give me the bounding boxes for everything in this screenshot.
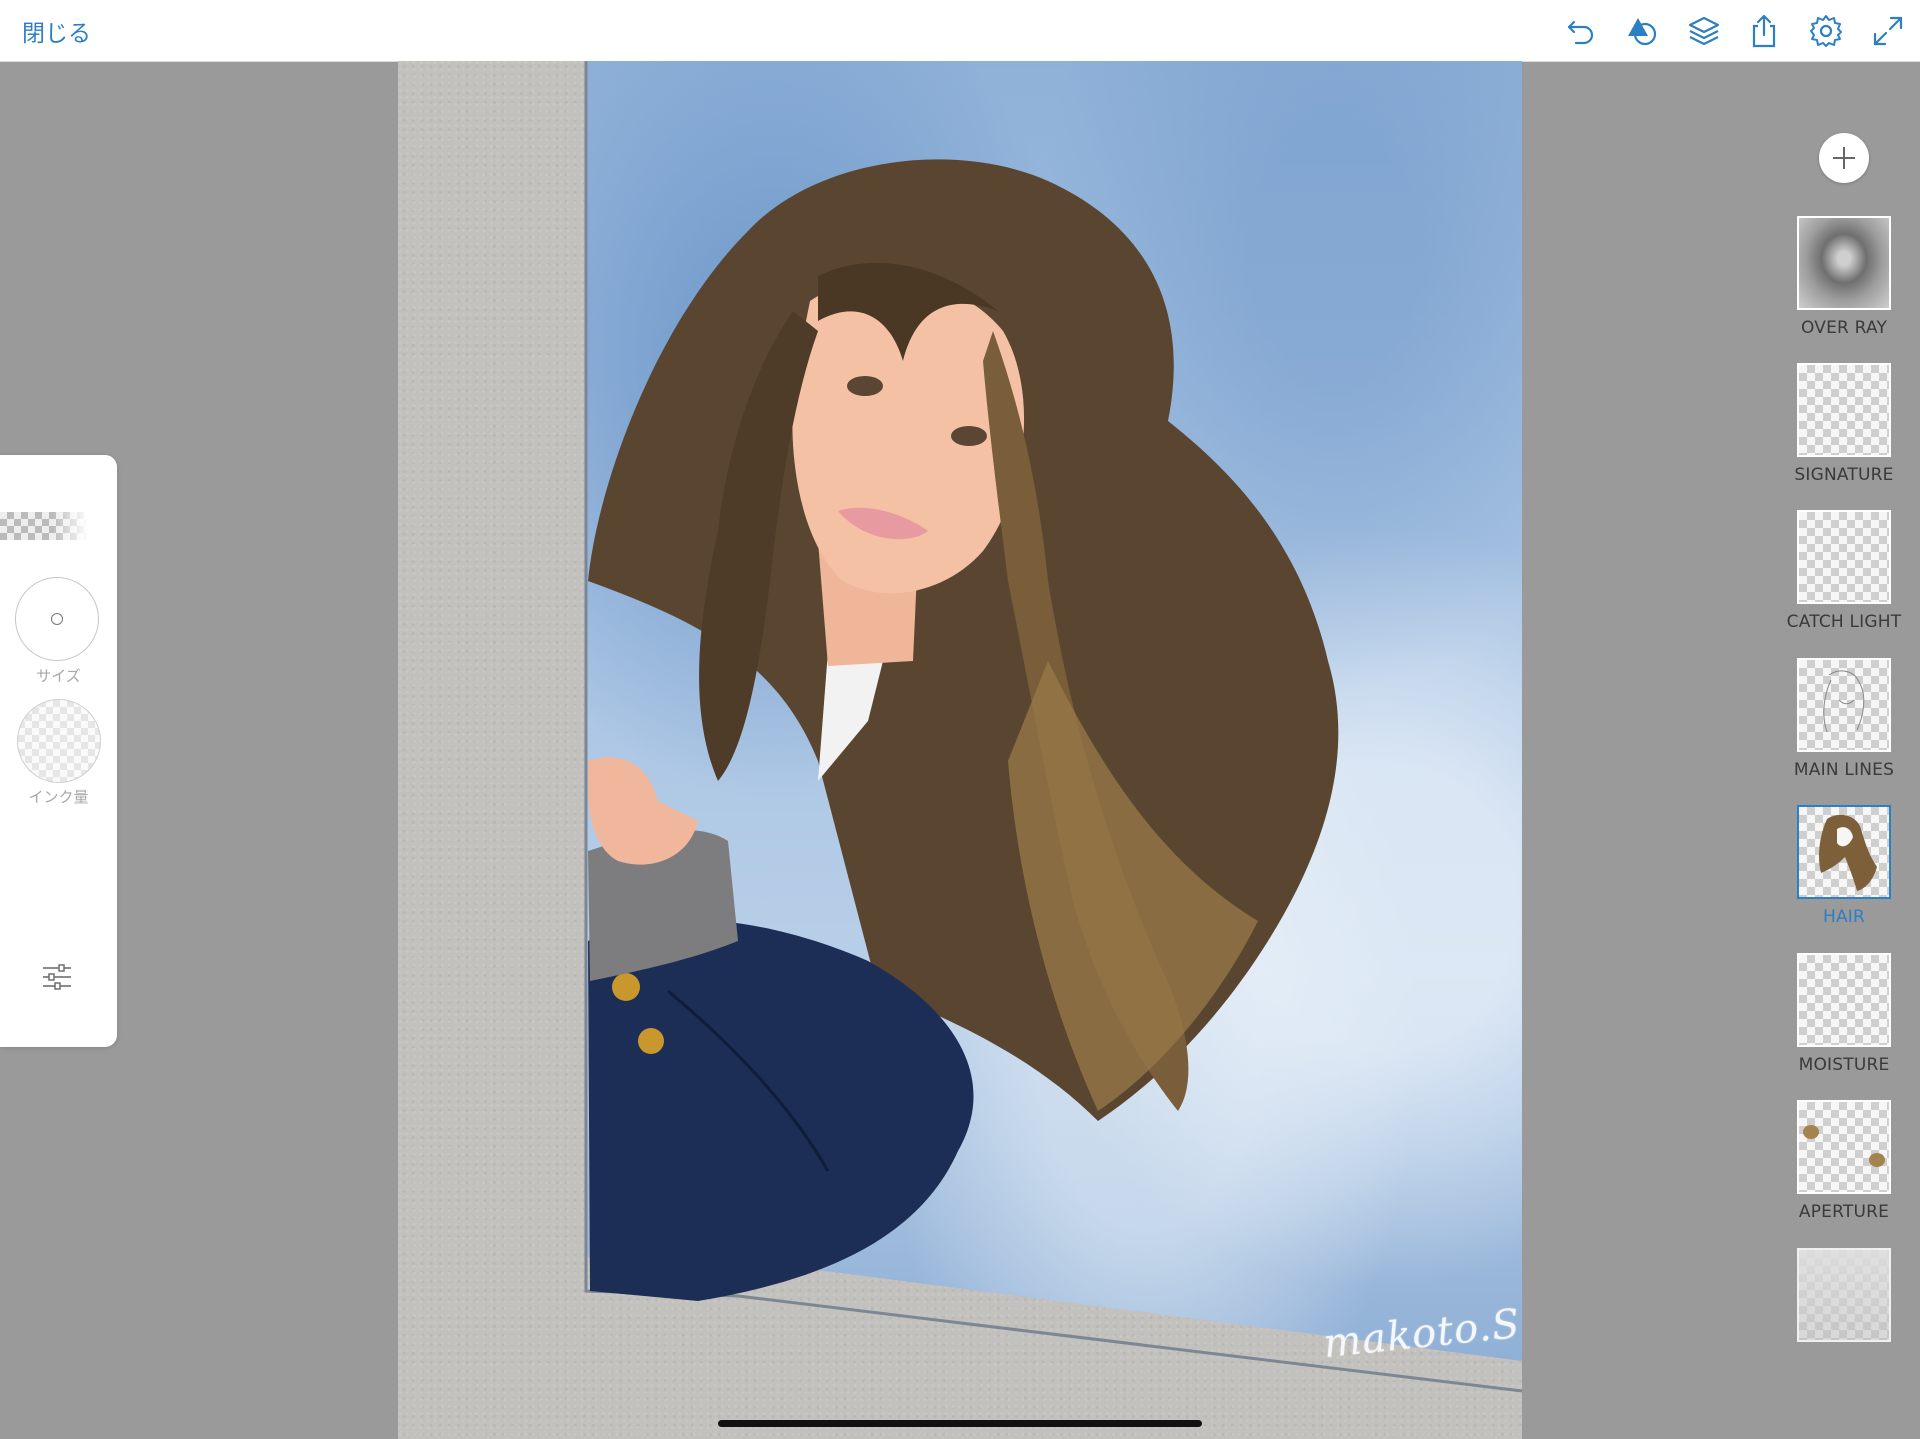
drawing-canvas[interactable]: makoto.S	[398, 61, 1522, 1439]
layer-signature[interactable]: SIGNATURE	[1780, 363, 1908, 503]
layer-over-ray[interactable]: OVER RAY	[1780, 216, 1908, 356]
layers-icon[interactable]	[1685, 12, 1723, 50]
layer-main-lines[interactable]: MAIN LINES	[1780, 658, 1908, 798]
settings-icon[interactable]	[1807, 12, 1845, 50]
layer-thumbnail	[1797, 1100, 1891, 1194]
layer-catch-light[interactable]: CATCH LIGHT	[1780, 510, 1908, 650]
layer-moisture[interactable]: MOISTURE	[1780, 953, 1908, 1093]
layer-name: APERTURE	[1798, 1202, 1890, 1222]
layer-name: OVER RAY	[1800, 318, 1888, 338]
layer-bottom[interactable]	[1780, 1248, 1908, 1388]
undo-icon[interactable]	[1562, 12, 1600, 50]
ink-control[interactable]	[17, 699, 101, 783]
fullscreen-icon[interactable]	[1869, 12, 1907, 50]
layer-thumbnail	[1797, 510, 1891, 604]
shape-icon[interactable]	[1623, 12, 1661, 50]
top-toolbar: 閉じる	[0, 0, 1920, 62]
brush-preview[interactable]	[0, 512, 88, 540]
layer-name: SIGNATURE	[1794, 465, 1894, 485]
layer-thumbnail	[1797, 363, 1891, 457]
brush-settings-icon[interactable]	[40, 960, 74, 994]
share-icon[interactable]	[1745, 12, 1783, 50]
size-control[interactable]	[15, 577, 99, 661]
illustration-figure	[584, 61, 1522, 1393]
layer-name: MOISTURE	[1798, 1055, 1890, 1075]
layer-thumbnail	[1797, 953, 1891, 1047]
size-indicator-icon	[51, 613, 63, 625]
add-layer-button[interactable]	[1819, 133, 1869, 183]
layer-name: MAIN LINES	[1793, 760, 1895, 780]
close-button[interactable]: 閉じる	[22, 14, 91, 48]
size-label: サイズ	[36, 667, 81, 685]
layer-aperture[interactable]: APERTURE	[1780, 1100, 1908, 1240]
layer-hair[interactable]: HAIR	[1780, 805, 1908, 945]
layer-thumbnail	[1797, 658, 1891, 752]
brush-tool-panel: サイズ インク量	[0, 455, 117, 1047]
layer-thumbnail	[1797, 216, 1891, 310]
layer-name: HAIR	[1822, 907, 1866, 927]
layer-thumbnail	[1797, 1248, 1891, 1342]
layer-name: CATCH LIGHT	[1786, 612, 1902, 632]
home-indicator[interactable]	[718, 1420, 1202, 1427]
layer-thumbnail	[1797, 805, 1891, 899]
ink-label: インク量	[28, 788, 89, 806]
